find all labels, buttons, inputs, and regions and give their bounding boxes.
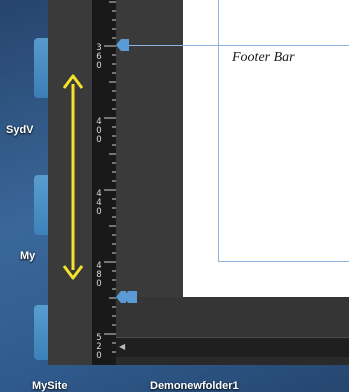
- horizontal-scrollbar[interactable]: ◀: [116, 337, 349, 358]
- ruler-label-400: 400: [96, 117, 102, 145]
- ruler-label-520: 520: [96, 333, 102, 361]
- vertical-guide-line[interactable]: [218, 0, 219, 262]
- scroll-left-icon[interactable]: ◀: [119, 342, 125, 351]
- double-guide-marker-icon[interactable]: [116, 291, 138, 303]
- desktop-label-my[interactable]: My: [20, 250, 35, 262]
- desktop-label-demonewfolder1[interactable]: Demonewfolder1: [150, 380, 239, 392]
- ruler-label-480: 480: [96, 261, 102, 289]
- double-headed-vertical-arrow-icon: [62, 74, 84, 280]
- desktop-label-mysite[interactable]: MySite: [32, 380, 67, 392]
- ruler-label-440: 440: [96, 189, 102, 217]
- guide-marker-icon[interactable]: [116, 39, 130, 51]
- desktop-label-sydv[interactable]: SydV: [6, 124, 34, 136]
- lower-pasteboard: [116, 297, 349, 337]
- status-strip: [116, 357, 349, 365]
- footer-bar-label[interactable]: Footer Bar: [232, 50, 295, 66]
- editor-side-panel-bottom: [48, 300, 92, 365]
- ruler-label-360: 360: [96, 43, 102, 71]
- horizontal-guide-line[interactable]: [125, 45, 349, 46]
- footer-bottom-guide-line: [218, 261, 349, 262]
